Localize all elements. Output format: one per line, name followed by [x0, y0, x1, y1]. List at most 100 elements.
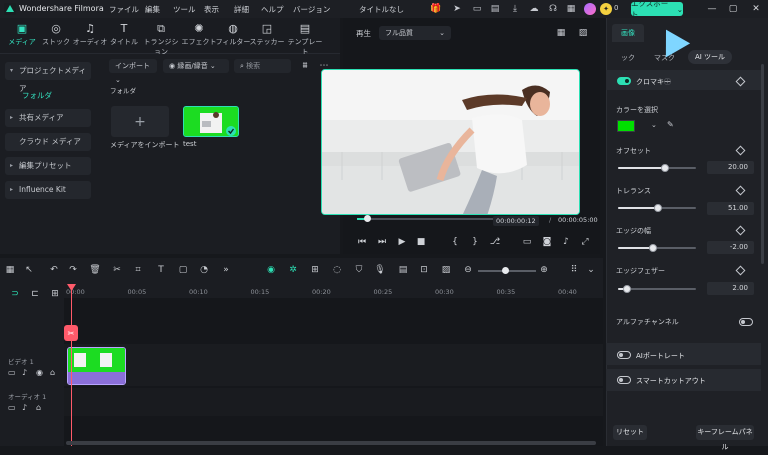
quality-dropdown[interactable]: フル品質 ⌄: [379, 26, 451, 40]
nav-influence-kit[interactable]: ▸ Influence Kit: [5, 181, 91, 199]
ai-effect-icon[interactable]: ✲: [287, 264, 299, 276]
menu-advanced[interactable]: 詳細: [234, 4, 249, 15]
text-icon[interactable]: T: [155, 264, 167, 276]
zoom-in-icon[interactable]: ⊕: [538, 264, 550, 276]
timeline-zoom-knob[interactable]: [502, 267, 509, 274]
speed-icon[interactable]: ◔: [198, 264, 210, 276]
grid-icon[interactable]: ▦: [565, 3, 577, 15]
camera-icon[interactable]: ◙: [541, 236, 553, 248]
grid-layout-icon[interactable]: ⠿: [568, 264, 580, 276]
tab-image[interactable]: 画像: [612, 24, 644, 42]
tab-effects[interactable]: ✺ エフェクト: [181, 22, 217, 47]
mark-out-icon[interactable]: }: [469, 236, 481, 248]
timeline-clip[interactable]: [67, 347, 126, 385]
nav-folder[interactable]: フォルダ: [22, 90, 52, 101]
offset-slider-knob[interactable]: [660, 164, 669, 172]
subtab-ai-tools[interactable]: AI ツール: [688, 50, 732, 64]
tolerance-value[interactable]: 51.00: [707, 202, 754, 215]
mark-in-icon[interactable]: {: [449, 236, 461, 248]
shape-icon[interactable]: ▢: [177, 264, 189, 276]
video-folder-icon[interactable]: ▭: [8, 368, 16, 377]
ai-portrait-toggle[interactable]: [617, 351, 631, 359]
eyedropper-icon[interactable]: ✎: [667, 120, 674, 129]
tab-stickers[interactable]: ◲ ステッカー: [249, 22, 285, 47]
offset-value[interactable]: 20.00: [707, 161, 754, 174]
link-icon[interactable]: ⊏: [29, 288, 41, 300]
reset-button[interactable]: リセット: [613, 425, 647, 440]
fullscreen-icon[interactable]: ⤢: [579, 236, 591, 248]
properties-scrollbar[interactable]: [761, 64, 764, 264]
magnet-icon[interactable]: ⊃: [9, 288, 21, 300]
subtab-track[interactable]: ック: [621, 53, 635, 63]
smart-cutout-toggle[interactable]: [617, 376, 631, 384]
filter-sort-icon[interactable]: ⩩: [299, 60, 311, 72]
tab-templates[interactable]: ▤ テンプレート: [285, 22, 325, 57]
video-lock-icon[interactable]: ⌂: [50, 368, 55, 377]
audio-lock-icon[interactable]: ⌂: [36, 403, 41, 412]
select-arrow-icon[interactable]: ↖: [23, 264, 35, 276]
video-preview[interactable]: [321, 69, 580, 215]
tab-titles[interactable]: T タイトル: [106, 22, 142, 47]
search-input[interactable]: ⌕ 検索: [234, 59, 291, 73]
save-icon[interactable]: ▤: [489, 3, 501, 15]
record-icon[interactable]: ⊞: [309, 264, 321, 276]
clip-list-icon[interactable]: ▤: [397, 264, 409, 276]
crop-icon[interactable]: ⌗: [132, 264, 144, 276]
close-icon[interactable]: ✕: [749, 2, 763, 16]
split-scissors-icon[interactable]: ✂: [111, 264, 123, 276]
nav-cloud-media[interactable]: クラウド メディア: [5, 133, 91, 151]
cloud-icon[interactable]: ☁: [528, 3, 540, 15]
menu-help[interactable]: ヘルプ: [261, 4, 284, 15]
audio-mute-icon[interactable]: ♪: [22, 403, 27, 412]
tab-audio[interactable]: ♫ オーディオ: [72, 22, 108, 47]
headset-icon[interactable]: ☊: [547, 3, 559, 15]
tab-filters[interactable]: ◍ フィルター: [215, 22, 251, 47]
menu-version[interactable]: バージョン: [293, 4, 330, 15]
key-color-swatch[interactable]: [617, 120, 635, 132]
color-dropdown-icon[interactable]: ⌄: [651, 121, 657, 129]
download-icon[interactable]: ⤓: [509, 3, 521, 15]
more-tools-icon[interactable]: »: [220, 264, 232, 276]
audio-sync-icon[interactable]: ◌: [331, 264, 343, 276]
tolerance-slider-knob[interactable]: [653, 204, 662, 212]
snapshot-image-icon[interactable]: ▨: [577, 27, 589, 38]
alpha-channel-toggle[interactable]: [739, 318, 753, 326]
shield-icon[interactable]: ⛉: [353, 264, 365, 276]
export-button[interactable]: エクスポート ⌄: [631, 0, 683, 19]
image-icon[interactable]: ▨: [440, 264, 452, 276]
video-mute-icon[interactable]: ♪: [22, 368, 27, 377]
display-icon[interactable]: ▭: [521, 236, 533, 248]
layout-icon[interactable]: ▦: [4, 264, 16, 276]
menu-edit[interactable]: 編集: [145, 4, 160, 15]
tab-stock[interactable]: ◎ ストック: [38, 22, 74, 47]
import-dropdown[interactable]: インポート ⌄: [109, 59, 157, 84]
offset-slider[interactable]: [618, 167, 696, 169]
volume-icon[interactable]: ♪: [560, 236, 572, 248]
monitor-icon[interactable]: ▭: [471, 3, 483, 15]
nav-edit-preset[interactable]: ▸ 編集プリセット: [5, 157, 91, 175]
zoom-out-icon[interactable]: ⊖: [462, 264, 474, 276]
track-settings-icon[interactable]: ⊞: [49, 288, 61, 300]
tab-media[interactable]: ▣ メディア: [4, 22, 40, 47]
mic-icon[interactable]: 🎙: [374, 264, 386, 276]
sort-dropdown[interactable]: ◉ 縁画/縁音 ⌄: [163, 59, 229, 73]
play-icon[interactable]: ▶: [396, 236, 408, 248]
edge-thickness-value[interactable]: -2.00: [707, 241, 754, 254]
split-marker-scissors-icon[interactable]: ✂: [64, 325, 78, 341]
timeline-horizontal-scrollbar[interactable]: [66, 441, 596, 445]
timeline-more-icon[interactable]: ⌄: [585, 264, 597, 276]
tab-transitions[interactable]: ⧉ トランジション: [143, 22, 179, 57]
minimize-icon[interactable]: —: [705, 2, 719, 16]
step-forward-icon[interactable]: ⏭: [376, 236, 388, 248]
playhead[interactable]: [71, 288, 72, 446]
menu-tools[interactable]: ツール: [173, 4, 196, 15]
video-eye-icon[interactable]: ◉: [36, 368, 43, 377]
send-icon[interactable]: ➤: [451, 3, 463, 15]
grid-view-icon[interactable]: ▦: [555, 27, 567, 38]
previous-frame-icon[interactable]: ⏮: [356, 236, 368, 248]
menu-file[interactable]: ファイル: [109, 4, 139, 15]
auto-enhance-icon[interactable]: ◉: [265, 264, 277, 276]
redo-icon[interactable]: ↷: [67, 264, 79, 276]
maximize-icon[interactable]: ▢: [726, 2, 740, 16]
undo-icon[interactable]: ↶: [48, 264, 60, 276]
